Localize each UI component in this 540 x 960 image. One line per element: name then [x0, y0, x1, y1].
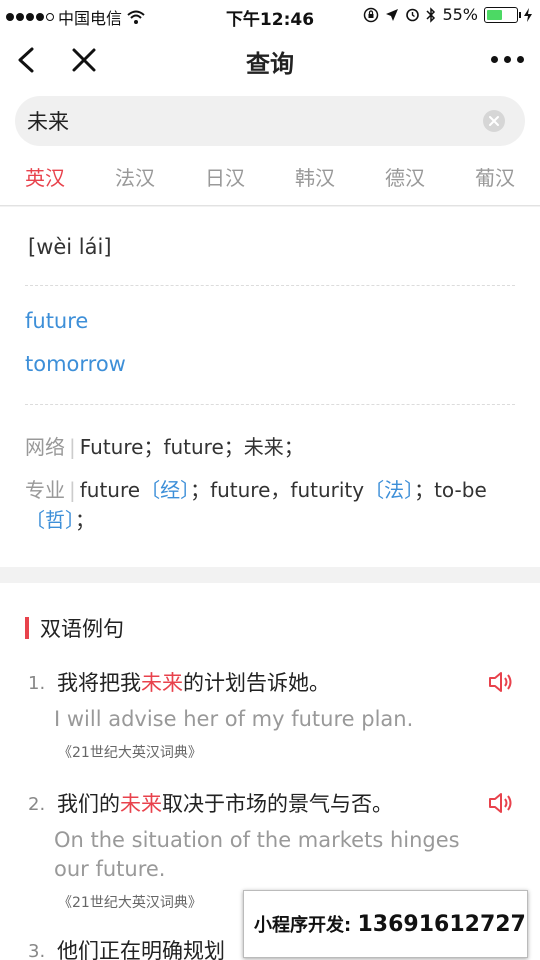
bluetooth-icon	[426, 6, 436, 23]
example-number: 2.	[28, 794, 46, 815]
charging-icon	[524, 7, 532, 22]
promo-text: 小程序开发: 13691612727	[254, 911, 526, 937]
separator: |	[69, 435, 76, 459]
web-label: 网络	[25, 435, 65, 459]
language-tabs: 英汉 法汉 日汉 韩汉 德汉 葡汉	[0, 152, 540, 206]
speaker-icon[interactable]	[487, 669, 515, 695]
web-definition: 网络 | Future；future；未来；	[25, 432, 515, 462]
section-title: 双语例句	[40, 617, 124, 641]
example-english: I will advise her of my future plan.	[54, 707, 414, 731]
battery-fill	[487, 9, 502, 20]
pro-def-text: ；to-be	[414, 478, 487, 502]
tab-ja-cn[interactable]: 日汉	[180, 152, 270, 205]
search-area	[0, 92, 540, 152]
example-number: 3.	[28, 941, 46, 960]
domain-tag-philosophy[interactable]: 〔哲〕	[25, 508, 75, 532]
pro-def-text: future	[79, 478, 141, 502]
status-right: 55%	[363, 5, 532, 24]
search-box	[15, 96, 525, 146]
rotation-lock-icon	[364, 7, 379, 22]
pinyin: [wèi lái]	[28, 235, 112, 259]
translation-link-tomorrow[interactable]: tomorrow	[25, 352, 126, 376]
alarm-icon	[406, 8, 420, 22]
location-icon	[386, 8, 399, 21]
promo-phone: 13691612727	[357, 912, 526, 937]
promo-label: 小程序开发:	[254, 915, 352, 936]
tab-de-cn[interactable]: 德汉	[360, 152, 450, 205]
translation-link-future[interactable]: future	[25, 309, 88, 333]
status-bar: 中国电信 下午12:46 55%	[0, 0, 540, 30]
example-source: 《21世纪大英汉词典》	[58, 895, 202, 911]
tab-pt-cn[interactable]: 葡汉	[450, 152, 540, 205]
example-chinese: 我将把我未来的计划告诉她。	[57, 667, 330, 697]
pro-def-text: ；	[75, 508, 95, 532]
section-marker	[25, 617, 29, 639]
clear-icon[interactable]	[483, 110, 505, 132]
nav-bar: 查询	[0, 30, 540, 92]
domain-tag-law[interactable]: 〔法〕	[364, 478, 414, 502]
battery-icon	[484, 6, 521, 23]
more-menu-icon[interactable]	[491, 56, 524, 63]
search-input[interactable]	[27, 105, 457, 137]
example-english: On the situation of the markets hinges o…	[54, 828, 460, 881]
entry-card: [wèi lái] future tomorrow 网络 | Future；futu…	[0, 207, 540, 567]
example-cn-text: 我将把我	[57, 671, 141, 695]
pro-def-text: ；future，futurity	[190, 478, 365, 502]
example-cn-text: 我们的	[57, 792, 120, 816]
divider	[25, 404, 515, 405]
tab-en-cn[interactable]: 英汉	[0, 152, 90, 205]
example-cn-text: 的计划告诉她。	[183, 671, 330, 695]
web-def-text: Future；future；未来；	[79, 435, 304, 459]
separator: |	[69, 478, 76, 502]
page-title: 查询	[246, 50, 294, 78]
speaker-icon[interactable]	[487, 790, 515, 816]
example-chinese: 我们的未来取决于市场的景气与否。	[57, 788, 393, 818]
example-source: 《21世纪大英汉词典》	[58, 745, 202, 761]
example-keyword: 未来	[141, 671, 183, 695]
example-keyword: 未来	[120, 792, 162, 816]
tab-ko-cn[interactable]: 韩汉	[270, 152, 360, 205]
promo-banner: 小程序开发: 13691612727	[243, 890, 528, 958]
tab-fr-cn[interactable]: 法汉	[90, 152, 180, 205]
example-cn-text: 取决于市场的景气与否。	[162, 792, 393, 816]
battery-percent: 55%	[442, 5, 478, 24]
example-number: 1.	[28, 673, 46, 694]
professional-definition: 专业 | future〔经〕；future，futurity〔法〕；to-be 〔哲〕…	[25, 475, 515, 535]
divider	[25, 285, 515, 286]
pro-label: 专业	[25, 478, 65, 502]
example-cn-text: 他们正在明确规划	[57, 939, 225, 960]
example-chinese: 他们正在明确规划	[57, 935, 225, 960]
domain-tag-economics[interactable]: 〔经〕	[140, 478, 190, 502]
